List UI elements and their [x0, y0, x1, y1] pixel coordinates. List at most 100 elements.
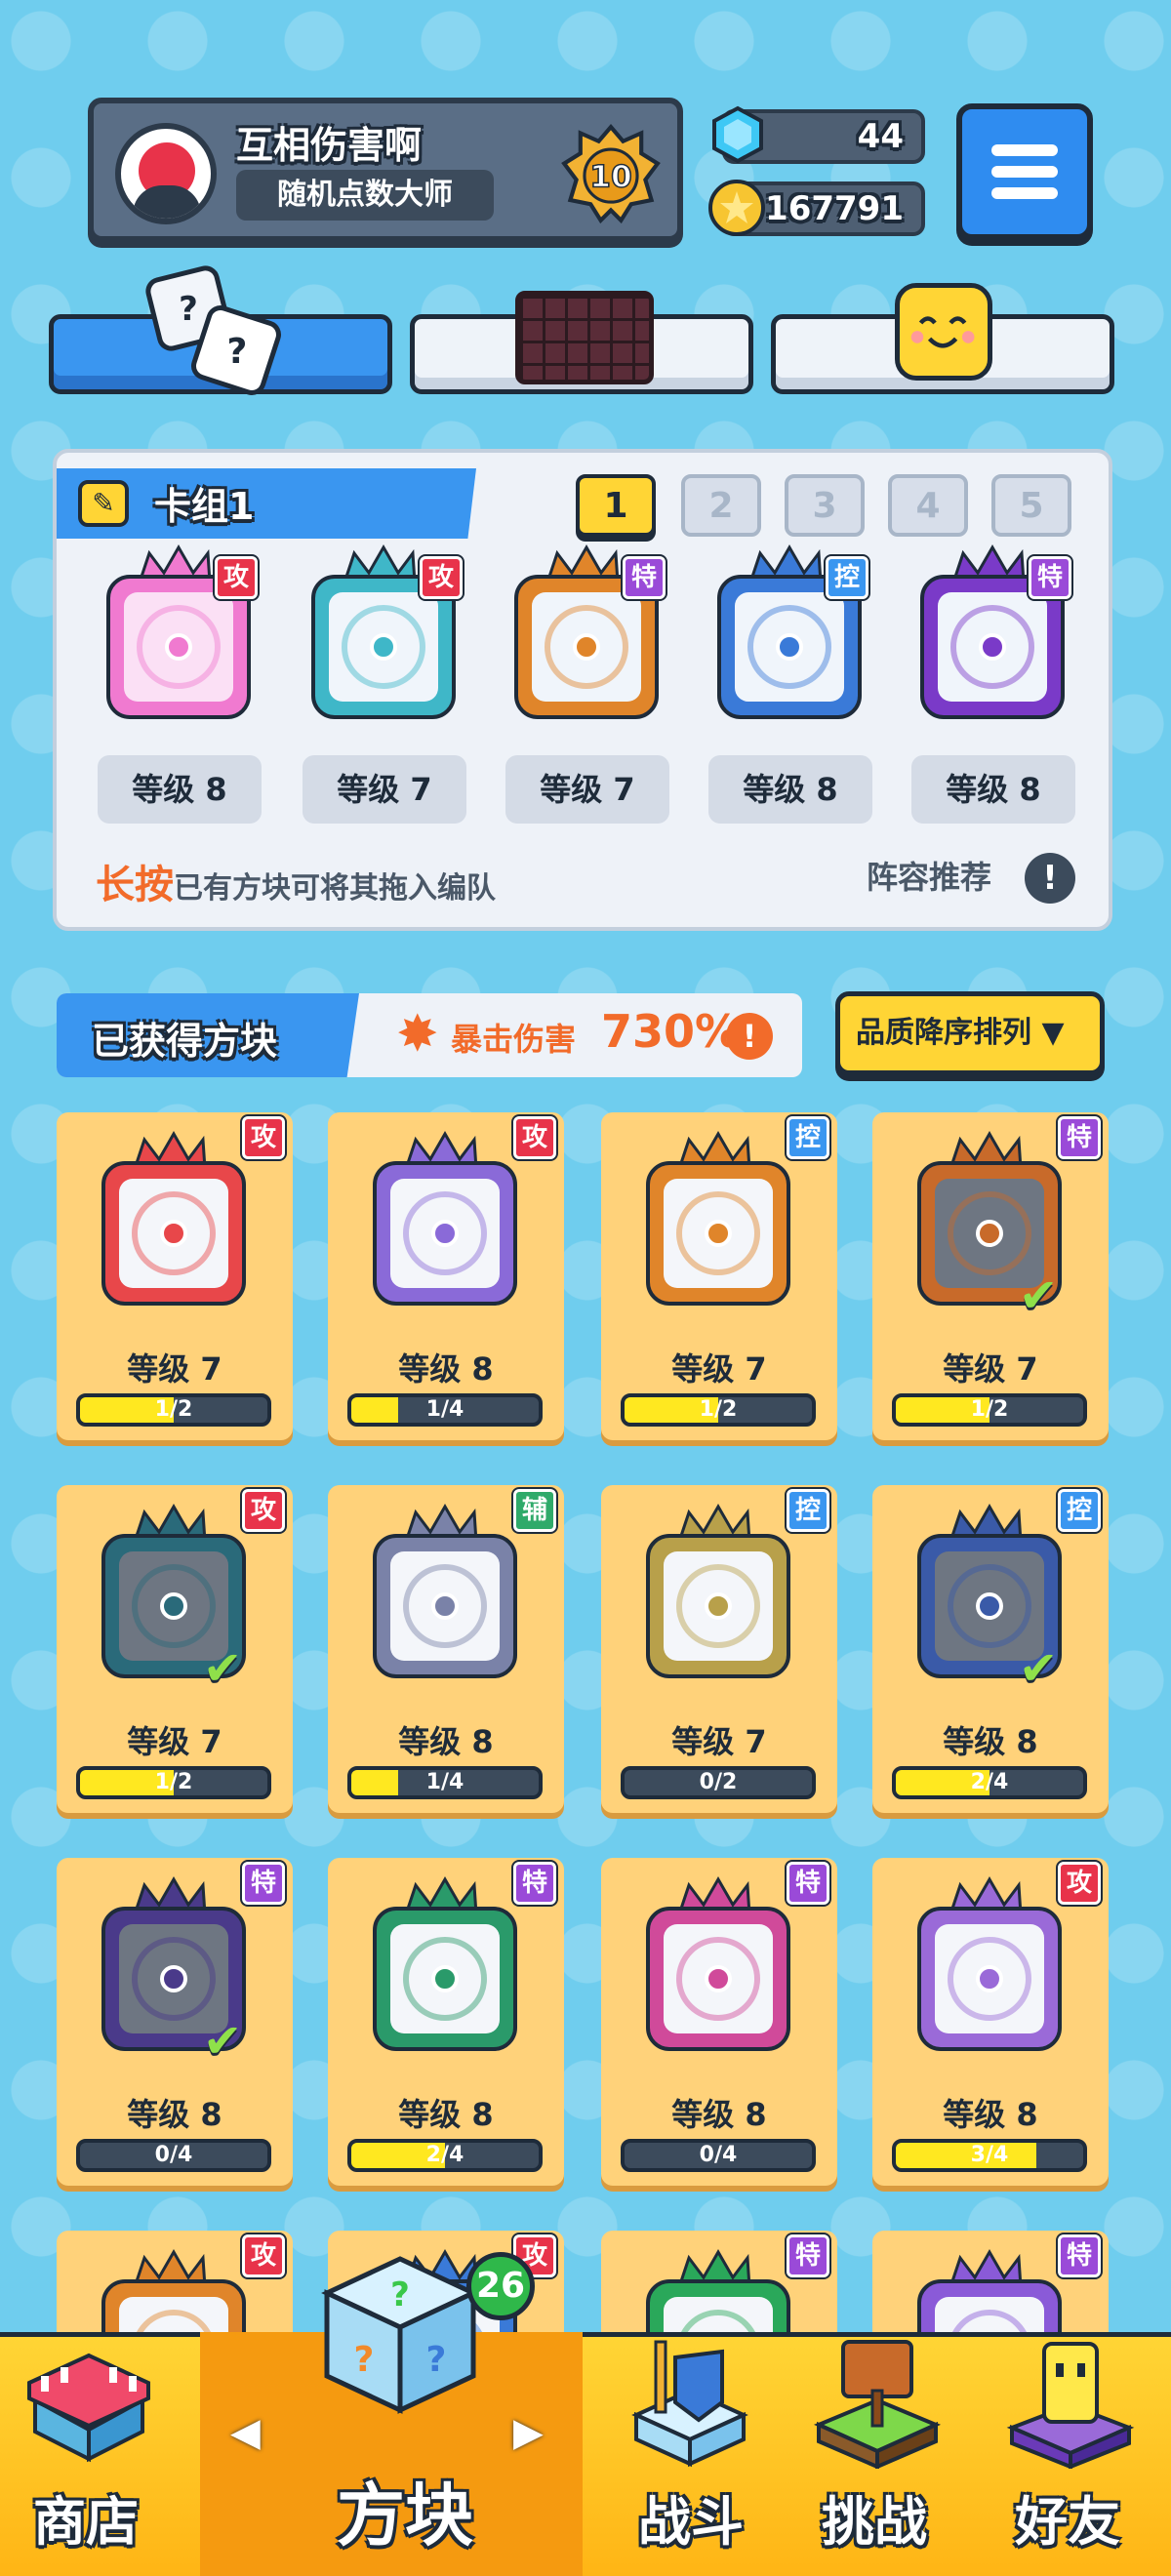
edit-pencil-icon[interactable]: ✎	[78, 480, 129, 527]
player-name: 互相伤害啊	[236, 124, 423, 167]
equipped-check-icon: ✔	[203, 1641, 243, 1696]
block-card[interactable]: 特 ✔ 等级 7 1/2	[872, 1112, 1109, 1440]
mystery-cube-icon[interactable]: ? ? ?	[317, 2249, 483, 2425]
nav-friends-label[interactable]: 好友	[1015, 2478, 1120, 2556]
deck-header: ✎ 卡组1	[57, 468, 476, 539]
upgrade-progress-text: 1/2	[970, 1397, 1009, 1422]
avatar[interactable]	[115, 123, 217, 224]
block-icon	[373, 1875, 517, 2051]
block-level: 等级 7	[671, 1723, 767, 1760]
block-level: 等级 7	[671, 1350, 767, 1388]
collection-title: 已获得方块	[92, 1020, 278, 1063]
block-card[interactable]: 攻 ✔ 等级 7 1/2	[57, 1485, 293, 1813]
upgrade-progress-bar: 0/2	[621, 1766, 816, 1799]
deck-page-3[interactable]: 3	[785, 474, 865, 537]
block-level: 等级 8	[671, 2096, 767, 2133]
challenge-icon[interactable]	[804, 2322, 950, 2469]
block-card[interactable]: 攻等级 8 1/4	[328, 1112, 564, 1440]
upgrade-progress-text: 2/4	[970, 1770, 1009, 1794]
block-type-tag: 攻	[513, 1116, 556, 1159]
player-title: 随机点数大师	[236, 170, 494, 221]
sort-dropdown[interactable]: 品质降序排列 ▼	[835, 991, 1105, 1075]
block-icon	[373, 1503, 517, 1678]
coin-icon	[708, 180, 765, 236]
block-card[interactable]: 特等级 8 2/4	[328, 1858, 564, 2186]
block-card[interactable]: 攻等级 7 1/2	[57, 1112, 293, 1440]
block-type-tag: 特	[787, 1862, 829, 1905]
rank-badge-icon[interactable]: 10	[560, 123, 662, 224]
info-icon[interactable]: !	[1025, 853, 1075, 904]
svg-text:?: ?	[354, 2340, 375, 2380]
block-card[interactable]: 特 ✔ 等级 8 0/4	[57, 1858, 293, 2186]
battle-icon[interactable]	[617, 2322, 763, 2469]
upgrade-progress-text: 0/4	[154, 2143, 193, 2167]
deck-page-1[interactable]: 1	[576, 474, 656, 537]
block-card[interactable]: 控 ✔ 等级 8 2/4	[872, 1485, 1109, 1813]
block-icon	[646, 1875, 790, 2051]
deck-slot-level: 等级 7	[505, 755, 669, 824]
equipped-check-icon: ✔	[1019, 1268, 1059, 1323]
block-card[interactable]: 控等级 7 0/2	[601, 1485, 837, 1813]
block-icon	[917, 1875, 1062, 2051]
upgrade-progress-bar: 1/2	[892, 1393, 1087, 1427]
deck-slot[interactable]: 攻	[301, 543, 466, 724]
deck-slot[interactable]: 特	[504, 543, 669, 724]
gem-icon	[712, 105, 763, 164]
nav-shop-label[interactable]: 商店	[33, 2478, 139, 2556]
deck-page-4[interactable]: 4	[888, 474, 968, 537]
block-level: 等级 7	[127, 1723, 222, 1760]
block-type-tag: 攻	[215, 556, 258, 599]
block-card[interactable]: 辅等级 8 1/4	[328, 1485, 564, 1813]
block-card[interactable]: 特等级 8 0/4	[601, 1858, 837, 2186]
deck-title: 卡组1	[154, 485, 255, 528]
deck-slot[interactable]: 特	[909, 543, 1075, 724]
crit-damage-label: 暴击伤害	[451, 1021, 577, 1058]
block-icon	[373, 1130, 517, 1306]
upgrade-progress-bar: 1/2	[621, 1393, 816, 1427]
upgrade-progress-bar: 1/4	[347, 1393, 543, 1427]
upgrade-progress-text: 1/2	[154, 1770, 193, 1794]
nav-blocks-label[interactable]: 方块	[337, 2461, 473, 2559]
upgrade-progress-text: 0/4	[699, 2143, 738, 2167]
friends-icon[interactable]	[997, 2322, 1144, 2469]
deck-slot-level: 等级 8	[98, 755, 262, 824]
svg-text:?: ?	[179, 290, 198, 329]
menu-button[interactable]	[956, 103, 1093, 240]
block-type-tag: 特	[787, 2234, 829, 2277]
rank-number: 10	[589, 160, 631, 195]
block-icon	[646, 1130, 790, 1306]
deck-slot[interactable]: 攻	[96, 543, 262, 724]
smiley-face-icon	[895, 283, 992, 381]
upgrade-progress-bar: 1/2	[76, 1393, 271, 1427]
shop-icon[interactable]	[16, 2322, 162, 2469]
nav-next-arrow[interactable]: ▶	[513, 2410, 544, 2455]
deck-panel: ✎ 卡组1 1 2 3 4 5 攻等级 8 攻等级 7 特等级 7 控等级 8 特等级 …	[53, 449, 1112, 931]
block-type-tag: 控	[826, 556, 868, 599]
equipped-check-icon: ✔	[1019, 1641, 1059, 1696]
block-level: 等级 7	[127, 1350, 222, 1388]
block-type-tag: 控	[787, 1489, 829, 1532]
grid-board-icon	[515, 291, 654, 384]
drag-hint-text: 已有方块可将其拖入编队	[174, 871, 496, 906]
deck-page-2[interactable]: 2	[681, 474, 761, 537]
svg-text:?: ?	[390, 2275, 410, 2314]
blocks-count-badge: 26	[466, 2252, 535, 2320]
deck-slot[interactable]: 控	[707, 543, 872, 724]
block-card[interactable]: 控等级 7 1/2	[601, 1112, 837, 1440]
equipped-check-icon: ✔	[203, 2014, 243, 2069]
upgrade-progress-bar: 1/2	[76, 1766, 271, 1799]
block-icon	[646, 1503, 790, 1678]
crit-info-icon[interactable]: !	[726, 1013, 773, 1060]
nav-challenge-label[interactable]: 挑战	[822, 2478, 927, 2556]
nav-battle-label[interactable]: 战斗	[638, 2478, 744, 2556]
block-card[interactable]: 攻等级 8 3/4	[872, 1858, 1109, 2186]
deck-slot-level: 等级 7	[303, 755, 466, 824]
deck-slot-level: 等级 8	[911, 755, 1075, 824]
svg-text:?: ?	[227, 332, 248, 372]
nav-prev-arrow[interactable]: ◀	[230, 2410, 261, 2455]
deck-page-5[interactable]: 5	[991, 474, 1071, 537]
upgrade-progress-bar: 0/4	[76, 2139, 271, 2172]
player-profile-card[interactable]: 互相伤害啊 随机点数大师 10	[88, 98, 683, 242]
drag-hint-bold: 长按	[96, 863, 174, 907]
lineup-recommend-link[interactable]: 阵容推荐	[867, 853, 991, 898]
